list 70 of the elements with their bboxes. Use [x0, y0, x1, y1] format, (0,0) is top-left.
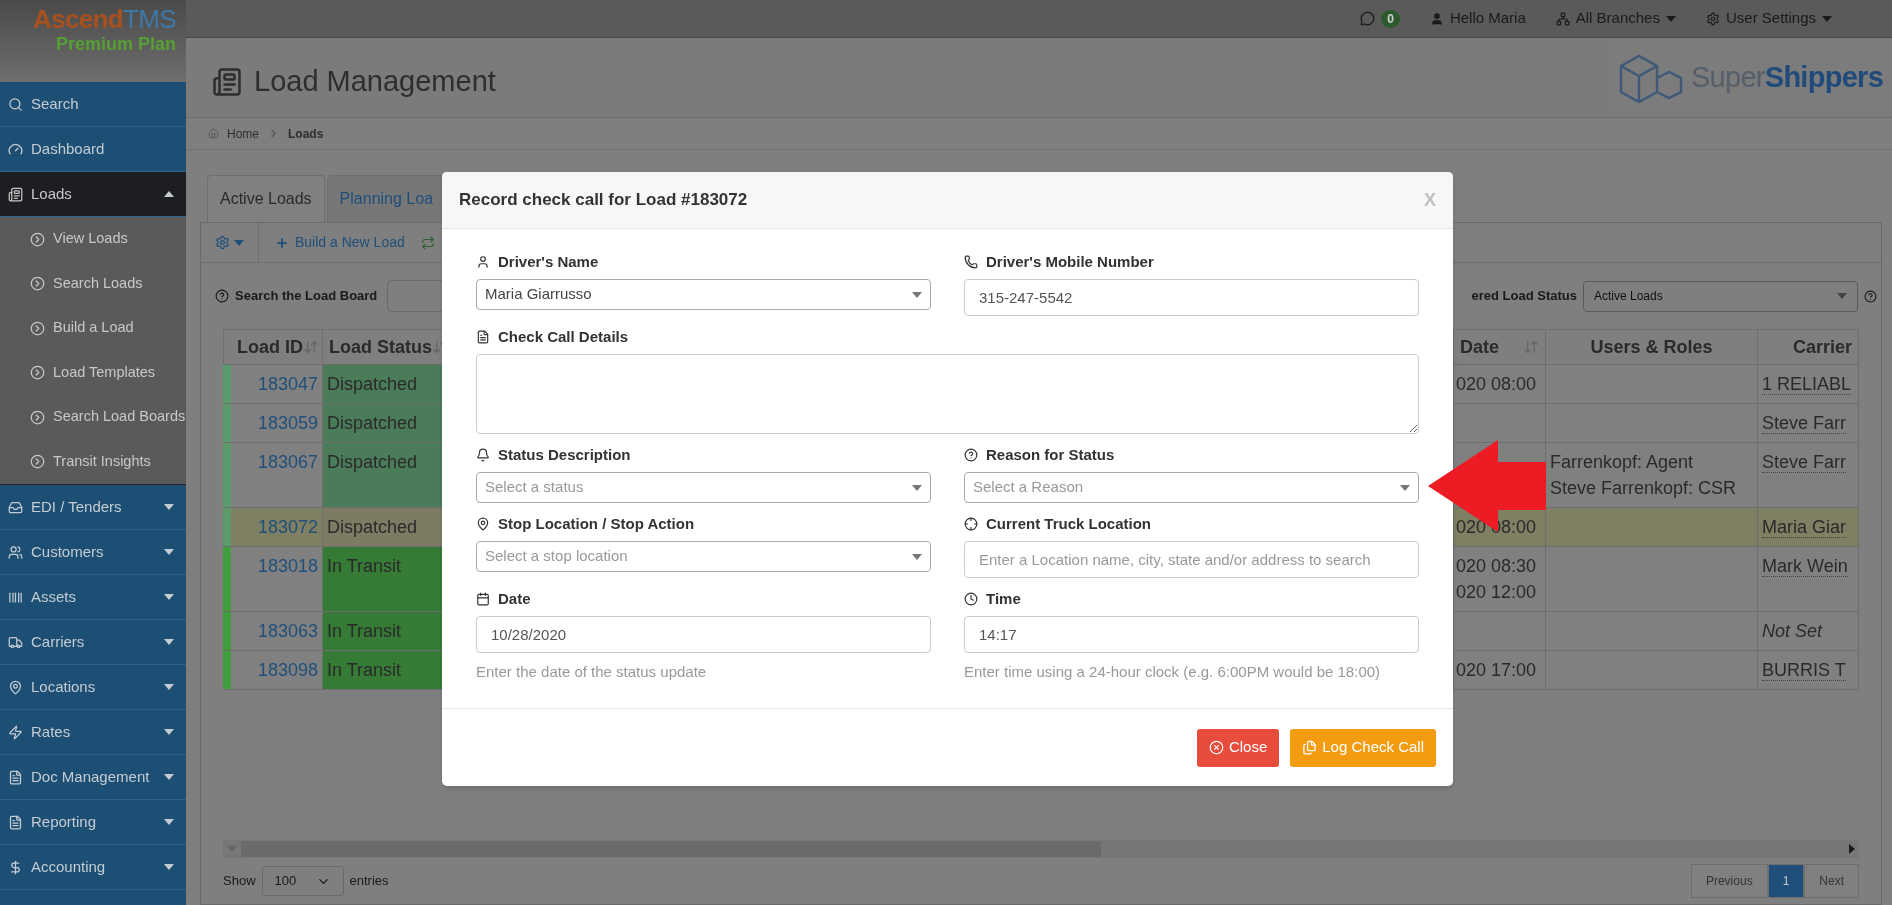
page-title: Load Management: [254, 63, 496, 99]
submenu-item[interactable]: Search Loads: [0, 261, 186, 306]
carrier-text: 1 RELIABL: [1762, 374, 1852, 395]
carrier-text: Mark Wein: [1762, 556, 1848, 577]
branches-menu[interactable]: All Branches: [1555, 7, 1676, 30]
user-settings-menu[interactable]: User Settings: [1705, 7, 1832, 30]
load-id-link[interactable]: 183098: [257, 660, 318, 680]
pagination-button[interactable]: Next: [1804, 864, 1859, 898]
field-label: Date: [498, 588, 531, 609]
user-role-text: Steve Farrenkopf: CSR: [1550, 477, 1738, 500]
show-label: Show: [223, 872, 256, 891]
user-role-text: Farrenkopf: Agent: [1550, 451, 1695, 474]
field-label: Stop Location / Stop Action: [498, 513, 695, 534]
filter-label: ered Load Status: [1471, 287, 1577, 306]
status-filter-select[interactable]: Active Loads: [1583, 280, 1858, 312]
modal-title: Record check call for Load #183072: [459, 189, 748, 212]
field-label: Time: [986, 588, 1021, 609]
close-button[interactable]: Close: [1196, 728, 1280, 767]
breadcrumb-item[interactable]: Home: [227, 124, 259, 143]
submenu-item[interactable]: Transit Insights: [0, 439, 186, 484]
log-check-call-button[interactable]: Log Check Call: [1290, 728, 1436, 767]
select-field[interactable]: Select a stop location: [476, 541, 931, 572]
entries-label: entries: [349, 872, 389, 891]
search-label: Search the Load Board: [235, 287, 378, 306]
tab[interactable]: Active Loads: [207, 175, 325, 223]
carrier-text: Not Set: [1762, 621, 1823, 641]
field-label: Driver's Name: [498, 251, 599, 272]
build-load-button[interactable]: Build a New Load: [259, 232, 421, 253]
field-label: Driver's Mobile Number: [986, 251, 1154, 272]
carrier-text: Steve Farr: [1762, 452, 1847, 473]
sidebar-item[interactable]: Loads: [0, 172, 186, 217]
date-text: 020 12:00: [1456, 581, 1538, 604]
page-size-select[interactable]: 100: [261, 866, 344, 896]
message-count-badge: 0: [1381, 9, 1400, 28]
greeting-text[interactable]: Hello Maria: [1449, 7, 1526, 30]
input-field[interactable]: 10/28/2020: [476, 616, 931, 653]
date-text: 020 17:00: [1456, 659, 1538, 682]
help-text: Enter time using a 24-hour clock (e.g. 6:00PM would be 18:00): [964, 662, 1382, 682]
plan-label: Premium Plan: [55, 34, 176, 54]
carrier-text: Maria Giar: [1762, 517, 1846, 538]
submenu-item[interactable]: View Loads: [0, 217, 186, 262]
date-text: 020 08:00: [1456, 373, 1538, 396]
submenu-item[interactable]: Load Templates: [0, 350, 186, 395]
submenu-item[interactable]: Build a Load: [0, 306, 186, 351]
app-logo: AscendTMS: [33, 4, 176, 34]
load-id-link[interactable]: 183063: [257, 621, 318, 641]
input-field[interactable]: 14:17: [964, 616, 1419, 653]
help-text: Enter the date of the status update: [476, 662, 708, 682]
date-text: 020 08:30: [1456, 555, 1538, 578]
input-field[interactable]: 315-247-5542: [964, 279, 1419, 316]
load-id-link[interactable]: 183072: [257, 517, 318, 537]
field-label: Reason for Status: [986, 444, 1115, 465]
carrier-text: Steve Farr: [1762, 413, 1847, 434]
load-id-link[interactable]: 183067: [257, 452, 318, 472]
pagination-button[interactable]: Previous: [1690, 864, 1768, 898]
load-id-link[interactable]: 183059: [257, 413, 318, 433]
select-field[interactable]: Select a Reason: [964, 472, 1419, 503]
select-field[interactable]: Maria Giarrusso: [476, 279, 931, 310]
field-label: Current Truck Location: [986, 513, 1152, 534]
load-id-link[interactable]: 183047: [257, 374, 318, 394]
submenu-item[interactable]: Search Load Boards: [0, 395, 186, 440]
carrier-text: BURRIS T: [1762, 660, 1846, 681]
input-field[interactable]: Enter a Location name, city, state and/or address to search: [964, 541, 1419, 578]
logo-text: Shippers: [1764, 61, 1884, 93]
breadcrumb-item: Loads: [288, 125, 324, 143]
load-id-link[interactable]: 183018: [257, 556, 318, 576]
pagination-button[interactable]: 1: [1767, 864, 1805, 898]
field-label: Check Call Details: [498, 326, 629, 347]
field-label: Status Description: [498, 444, 631, 465]
select-field[interactable]: Select a status: [476, 472, 931, 503]
